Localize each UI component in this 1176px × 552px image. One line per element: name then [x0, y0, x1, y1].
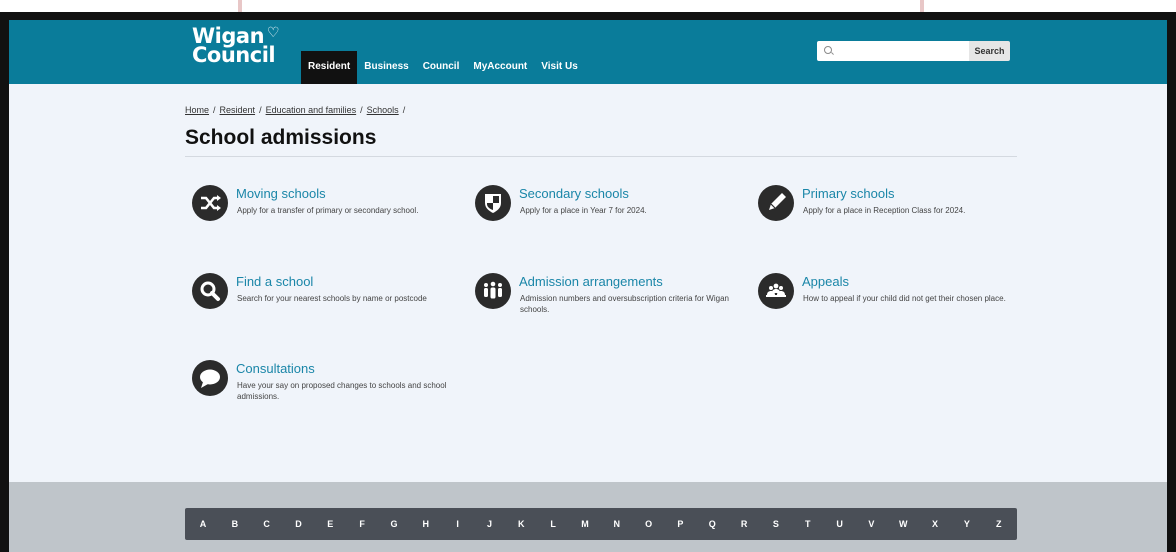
card-admission-arrangements[interactable]: Admission arrangements Admission numbers… — [468, 264, 738, 324]
card-description: Apply for a place in Year 7 for 2024. — [520, 206, 647, 215]
az-letter[interactable]: H — [421, 519, 431, 529]
az-letter[interactable]: Q — [707, 519, 717, 529]
card-title[interactable]: Appeals — [802, 274, 849, 289]
nav-resident[interactable]: Resident — [301, 51, 358, 84]
speech-bubble-icon — [192, 360, 228, 396]
title-divider — [185, 156, 1017, 157]
breadcrumb-separator: / — [402, 105, 406, 115]
card-title[interactable]: Admission arrangements — [519, 274, 663, 289]
az-letter[interactable]: Y — [962, 519, 972, 529]
az-letter[interactable]: O — [644, 519, 654, 529]
breadcrumb-separator: / — [360, 105, 363, 115]
breadcrumb-separator: / — [259, 105, 262, 115]
nav-business[interactable]: Business — [357, 51, 415, 84]
az-letter[interactable]: N — [612, 519, 622, 529]
search-input[interactable] — [817, 41, 969, 61]
az-letter[interactable]: C — [262, 519, 272, 529]
card-find-a-school[interactable]: Find a school Search for your nearest sc… — [185, 264, 455, 324]
nav-visit-us[interactable]: Visit Us — [534, 51, 585, 84]
card-title[interactable]: Secondary schools — [519, 186, 629, 201]
card-description: Have your say on proposed changes to sch… — [237, 381, 447, 401]
az-letter[interactable]: Z — [994, 519, 1004, 529]
card-description: Apply for a place in Reception Class for… — [803, 206, 966, 215]
browser-frame-border — [0, 12, 1176, 20]
az-letter[interactable]: S — [771, 519, 781, 529]
card-title[interactable]: Primary schools — [802, 186, 894, 201]
az-letter[interactable]: B — [230, 519, 240, 529]
breadcrumb-home[interactable]: Home — [185, 105, 209, 115]
az-letter[interactable]: P — [675, 519, 685, 529]
search-button[interactable]: Search — [969, 41, 1010, 61]
card-title[interactable]: Find a school — [236, 274, 313, 289]
az-letter[interactable]: X — [930, 519, 940, 529]
az-letter[interactable]: D — [293, 519, 303, 529]
main-nav: Resident Business Council MyAccount Visi… — [301, 51, 585, 84]
az-letter[interactable]: L — [548, 519, 558, 529]
main-content: Home / Resident / Education and families / Sch… — [9, 84, 1167, 482]
search-icon — [824, 46, 832, 54]
az-letter[interactable]: G — [389, 519, 399, 529]
shuffle-icon — [192, 185, 228, 221]
logo-line2: Council — [192, 43, 276, 67]
az-letter[interactable]: M — [580, 519, 590, 529]
card-title[interactable]: Consultations — [236, 361, 315, 376]
heart-icon: ♡ — [267, 25, 280, 41]
group-icon — [758, 273, 794, 309]
nav-myaccount[interactable]: MyAccount — [466, 51, 534, 84]
az-letter[interactable]: T — [803, 519, 813, 529]
site-footer: A B C D E F G H I J K L M N O P Q R S T … — [9, 482, 1167, 552]
breadcrumb-schools[interactable]: Schools — [367, 105, 399, 115]
pencil-icon — [758, 185, 794, 221]
nav-council[interactable]: Council — [416, 51, 467, 84]
az-letter[interactable]: F — [357, 519, 367, 529]
az-letter[interactable]: R — [739, 519, 749, 529]
magnifier-icon — [192, 273, 228, 309]
card-description: Apply for a transfer of primary or secon… — [237, 206, 419, 215]
wigan-council-logo[interactable]: Wigan Council ♡ — [192, 25, 280, 67]
a-to-z-bar: A B C D E F G H I J K L M N O P Q R S T … — [185, 508, 1017, 540]
az-letter[interactable]: V — [866, 519, 876, 529]
card-appeals[interactable]: Appeals How to appeal if your child did … — [751, 264, 1021, 324]
card-title[interactable]: Moving schools — [236, 186, 326, 201]
az-letter[interactable]: J — [484, 519, 494, 529]
card-moving-schools[interactable]: Moving schools Apply for a transfer of p… — [185, 176, 455, 236]
card-primary-schools[interactable]: Primary schools Apply for a place in Rec… — [751, 176, 1021, 236]
card-description: How to appeal if your child did not get … — [803, 294, 1006, 303]
breadcrumb: Home / Resident / Education and families / Sch… — [185, 105, 409, 115]
breadcrumb-resident[interactable]: Resident — [220, 105, 256, 115]
page-title: School admissions — [185, 126, 377, 149]
az-letter[interactable]: I — [453, 519, 463, 529]
people-icon — [475, 273, 511, 309]
card-consultations[interactable]: Consultations Have your say on proposed … — [185, 351, 455, 411]
card-secondary-schools[interactable]: Secondary schools Apply for a place in Y… — [468, 176, 738, 236]
az-letter[interactable]: K — [516, 519, 526, 529]
breadcrumb-education[interactable]: Education and families — [266, 105, 357, 115]
az-letter[interactable]: W — [898, 519, 908, 529]
card-description: Search for your nearest schools by name … — [237, 294, 427, 303]
browser-frame-left — [0, 12, 9, 552]
browser-frame-right — [1167, 12, 1176, 552]
card-description: Admission numbers and oversubscription c… — [520, 294, 729, 314]
site-header: Wigan Council ♡ Resident Business Counci… — [9, 20, 1167, 84]
az-letter[interactable]: A — [198, 519, 208, 529]
shield-icon — [475, 185, 511, 221]
az-letter[interactable]: U — [835, 519, 845, 529]
az-letter[interactable]: E — [325, 519, 335, 529]
breadcrumb-separator: / — [213, 105, 216, 115]
